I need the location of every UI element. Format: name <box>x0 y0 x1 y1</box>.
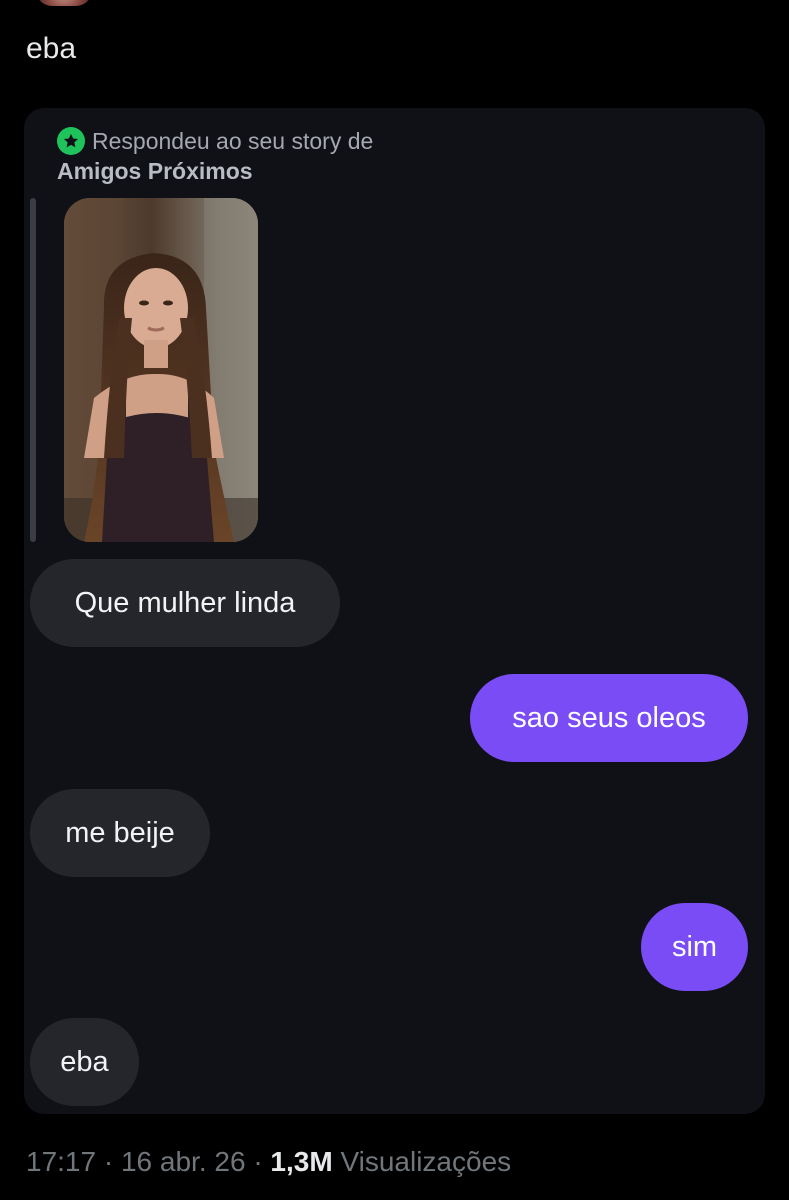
message-bubble-received[interactable]: eba <box>30 1018 139 1106</box>
message-bubble-sent[interactable]: sim <box>641 903 748 991</box>
tweet-time[interactable]: 17:17 <box>26 1146 96 1177</box>
tweet-metadata: 17:17 · 16 abr. 26 · 1,3M Visualizações <box>26 1144 511 1180</box>
tweet-date[interactable]: 16 abr. 26 <box>121 1146 246 1177</box>
message-bubble-sent[interactable]: sao seus oleos <box>470 674 748 762</box>
message-bubble-received[interactable]: Que mulher linda <box>30 559 340 647</box>
author-avatar[interactable] <box>36 0 92 6</box>
story-thumbnail[interactable] <box>64 198 258 542</box>
story-reply-header: Respondeu ao seu story de Amigos Próximo… <box>57 126 557 186</box>
separator: · <box>103 1146 114 1177</box>
story-photo <box>64 198 258 542</box>
quote-bar <box>30 198 36 542</box>
story-reply-line: Respondeu ao seu story de <box>57 126 557 156</box>
star-icon <box>57 127 85 155</box>
close-friends-label: Amigos Próximos <box>57 158 253 184</box>
story-reply-label: Respondeu ao seu story de <box>92 127 374 154</box>
message-bubble-received[interactable]: me beije <box>30 789 210 877</box>
views-count[interactable]: 1,3M <box>270 1146 332 1177</box>
views-label: Visualizações <box>340 1146 512 1177</box>
separator: · <box>253 1146 263 1177</box>
tweet-text: eba <box>26 32 77 65</box>
